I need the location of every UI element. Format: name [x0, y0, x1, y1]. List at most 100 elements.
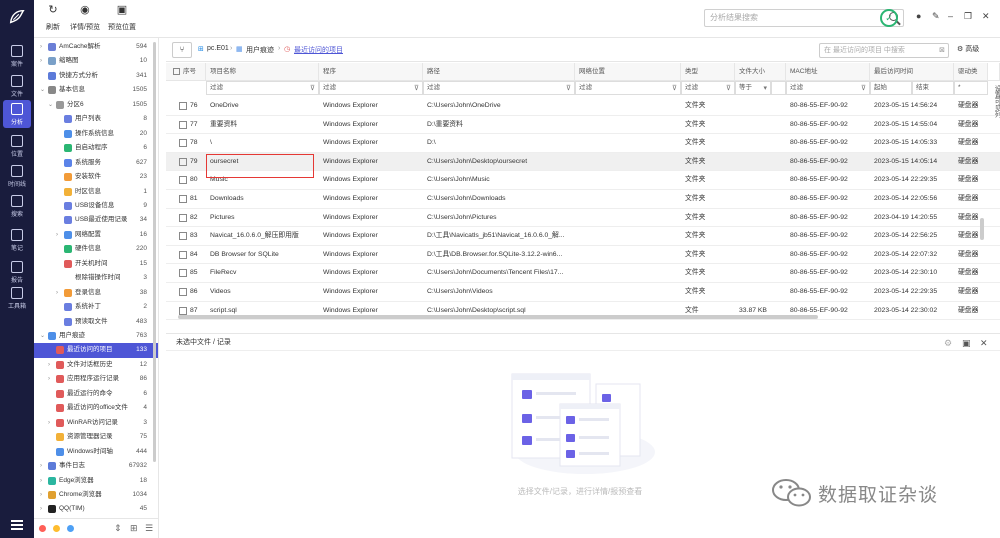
grid-icon[interactable]: ⊞ — [130, 523, 138, 534]
filter-icon[interactable]: ⊽ — [310, 83, 315, 95]
tree-item[interactable]: › 应用程序运行记录 86 — [34, 372, 158, 386]
table-row[interactable]: 85 FileRecv Windows Explorer C:\Users\John\… — [166, 264, 1000, 283]
column-header-drive[interactable]: 驱动类 — [954, 63, 988, 81]
horizontal-scrollbar[interactable] — [168, 314, 820, 320]
table-row[interactable]: 81 Downloads Windows Explorer C:\Users\John… — [166, 190, 1000, 209]
filter-icon[interactable]: ⊽ — [414, 83, 419, 95]
tree-item[interactable]: USB最近使用记录 34 — [34, 213, 158, 227]
tree-item[interactable]: 开关机时间 15 — [34, 257, 158, 271]
rail-item-toolbox[interactable]: 工具箱 — [0, 284, 34, 312]
tree-item[interactable]: › QQ(TIM) 45 — [34, 502, 158, 516]
advanced-button[interactable]: ⚙ 高级 — [957, 44, 979, 54]
breadcrumb-evidence[interactable]: pc.E01 — [207, 45, 229, 52]
yellow-dot[interactable] — [53, 525, 60, 532]
table-search-input[interactable]: 在 最近访问的项目 中搜索 ⊠ — [819, 43, 949, 58]
dropdown-icon[interactable]: ▾ — [763, 83, 767, 95]
table-row[interactable]: 82 Pictures Windows Explorer C:\Users\John\… — [166, 209, 1000, 228]
expand-arrow-icon[interactable]: ⌄ — [40, 83, 46, 97]
menu-icon[interactable] — [11, 520, 23, 530]
expand-arrow-icon[interactable]: ⌄ — [40, 329, 46, 343]
tree-item[interactable]: 安装软件 23 — [34, 170, 158, 184]
blue-dot[interactable] — [67, 525, 74, 532]
analysis-search-input[interactable]: 分析结果搜索 — [704, 9, 904, 27]
expand-arrow-icon[interactable]: ⌄ — [48, 98, 54, 112]
tree-item[interactable]: ⌄ 分区6 1505 — [34, 98, 158, 112]
rail-item-timeline[interactable]: 时间线 — [0, 162, 34, 190]
tree-item[interactable]: 最近访问的office文件 4 — [34, 401, 158, 415]
expand-arrow-icon[interactable]: › — [40, 502, 46, 516]
table-row[interactable]: 77 重要资料 Windows Explorer D:\重要资料 文件夹 80-86-55… — [166, 116, 1000, 135]
row-checkbox[interactable] — [179, 250, 187, 259]
row-checkbox[interactable] — [179, 176, 187, 185]
tree-item[interactable]: › Chrome浏览器 1034 — [34, 488, 158, 502]
tree-item[interactable]: 资源管理器记录 75 — [34, 430, 158, 444]
tree-item[interactable]: 硬件信息 220 — [34, 242, 158, 256]
tree-item[interactable]: 根除错操作时间 3 — [34, 271, 158, 285]
row-checkbox[interactable] — [179, 232, 187, 241]
filter-netloc[interactable]: 过滤 ⊽ — [575, 81, 681, 95]
column-settings-label[interactable]: 设置可见列 — [988, 85, 1000, 145]
user-icon[interactable]: ● — [916, 11, 921, 21]
filter-drive[interactable]: * — [954, 81, 988, 95]
table-row[interactable]: 78 \ Windows Explorer D:\ 文件夹 80-86-55-EF-90-… — [166, 134, 1000, 153]
tree-item[interactable]: › AmCache解析 594 — [34, 40, 158, 54]
table-row[interactable]: 84 DB Browser for SQLite Windows Explorer D… — [166, 246, 1000, 265]
expand-arrow-icon[interactable]: › — [56, 228, 62, 242]
filter-size-op[interactable]: 等于 ▾ — [735, 81, 771, 95]
tree-item[interactable]: 最近访问的项目 133 — [34, 343, 158, 358]
filter-type[interactable]: 过滤 ⊽ — [681, 81, 735, 95]
tree-item[interactable]: 用户列表 8 — [34, 112, 158, 126]
pin-icon[interactable]: ✎ — [932, 11, 940, 22]
column-header-type[interactable]: 类型 — [681, 63, 735, 81]
select-all-checkbox[interactable] — [173, 67, 180, 75]
tree-item[interactable]: 系统补丁 2 — [34, 300, 158, 314]
tree-item[interactable]: › 文件对话框历史 12 — [34, 358, 158, 372]
tree-item[interactable]: 最近运行的命令 6 — [34, 387, 158, 401]
refresh-button[interactable]: ↻ 刷新 — [46, 4, 60, 32]
rail-item-file[interactable]: 文件 — [0, 72, 34, 100]
tree-item[interactable]: 系统服务 627 — [34, 156, 158, 170]
tree-item[interactable]: ⌄ 用户痕迹 763 — [34, 329, 158, 343]
column-header-last-access[interactable]: 最后访问时间 — [870, 63, 954, 81]
expand-arrow-icon[interactable]: › — [40, 459, 46, 473]
expand-arrow-icon[interactable]: › — [40, 488, 46, 502]
detail-preview-button[interactable]: ◉ 详情/预览 — [70, 4, 100, 32]
filter-start-date[interactable]: 起始 — [870, 81, 912, 95]
tree-item[interactable]: USB设备信息 9 — [34, 199, 158, 213]
filter-icon[interactable]: ⊽ — [726, 83, 731, 95]
tree-item[interactable]: › 登录信息 38 — [34, 286, 158, 300]
column-header-size[interactable]: 文件大小 — [735, 63, 786, 81]
restore-icon[interactable]: ❐ — [964, 11, 972, 22]
minimize-icon[interactable]: – — [948, 11, 953, 21]
column-header-netloc[interactable]: 网络位置 — [575, 63, 681, 81]
row-checkbox[interactable] — [179, 269, 187, 278]
expand-arrow-icon[interactable]: › — [48, 358, 54, 372]
tree-item[interactable]: › 事件日志 67932 — [34, 459, 158, 473]
rail-item-analysis[interactable]: 分析 — [3, 100, 31, 128]
table-row[interactable]: 83 Navicat_16.0.6.0_解压即用版 Windows Explorer… — [166, 227, 1000, 246]
close-icon[interactable]: ✕ — [982, 11, 990, 22]
tree-item[interactable]: Windows时间轴 444 — [34, 445, 158, 459]
filter-size-value[interactable] — [771, 81, 786, 95]
row-checkbox[interactable] — [179, 120, 187, 129]
column-settings-tab[interactable] — [988, 63, 1000, 81]
breadcrumb-user-trace[interactable]: 用户痕迹 — [246, 45, 274, 55]
column-header-name[interactable]: 项目名称 — [206, 63, 319, 81]
vertical-scrollbar[interactable] — [980, 218, 984, 240]
column-header-mac[interactable]: MAC地址 — [786, 63, 870, 81]
close-panel-icon[interactable]: ✕ — [980, 334, 988, 352]
row-checkbox[interactable] — [179, 213, 187, 222]
sidebar-scrollbar[interactable] — [153, 42, 156, 462]
red-dot[interactable] — [39, 525, 46, 532]
branch-icon[interactable]: ⑂ — [172, 42, 192, 58]
row-checkbox[interactable] — [179, 102, 187, 110]
breadcrumb-recent-items[interactable]: 最近访问的项目 — [294, 45, 343, 55]
tree-item[interactable]: 时区信息 1 — [34, 185, 158, 199]
list-icon[interactable]: ☰ — [145, 523, 153, 534]
filter-icon[interactable]: ⊽ — [672, 83, 677, 95]
tree-item[interactable]: 预读取文件 483 — [34, 315, 158, 329]
scrollbar-thumb[interactable] — [178, 315, 818, 319]
layout-icon[interactable]: ▣ — [962, 334, 971, 352]
row-checkbox[interactable] — [179, 288, 187, 296]
expand-arrow-icon[interactable]: › — [40, 474, 46, 488]
